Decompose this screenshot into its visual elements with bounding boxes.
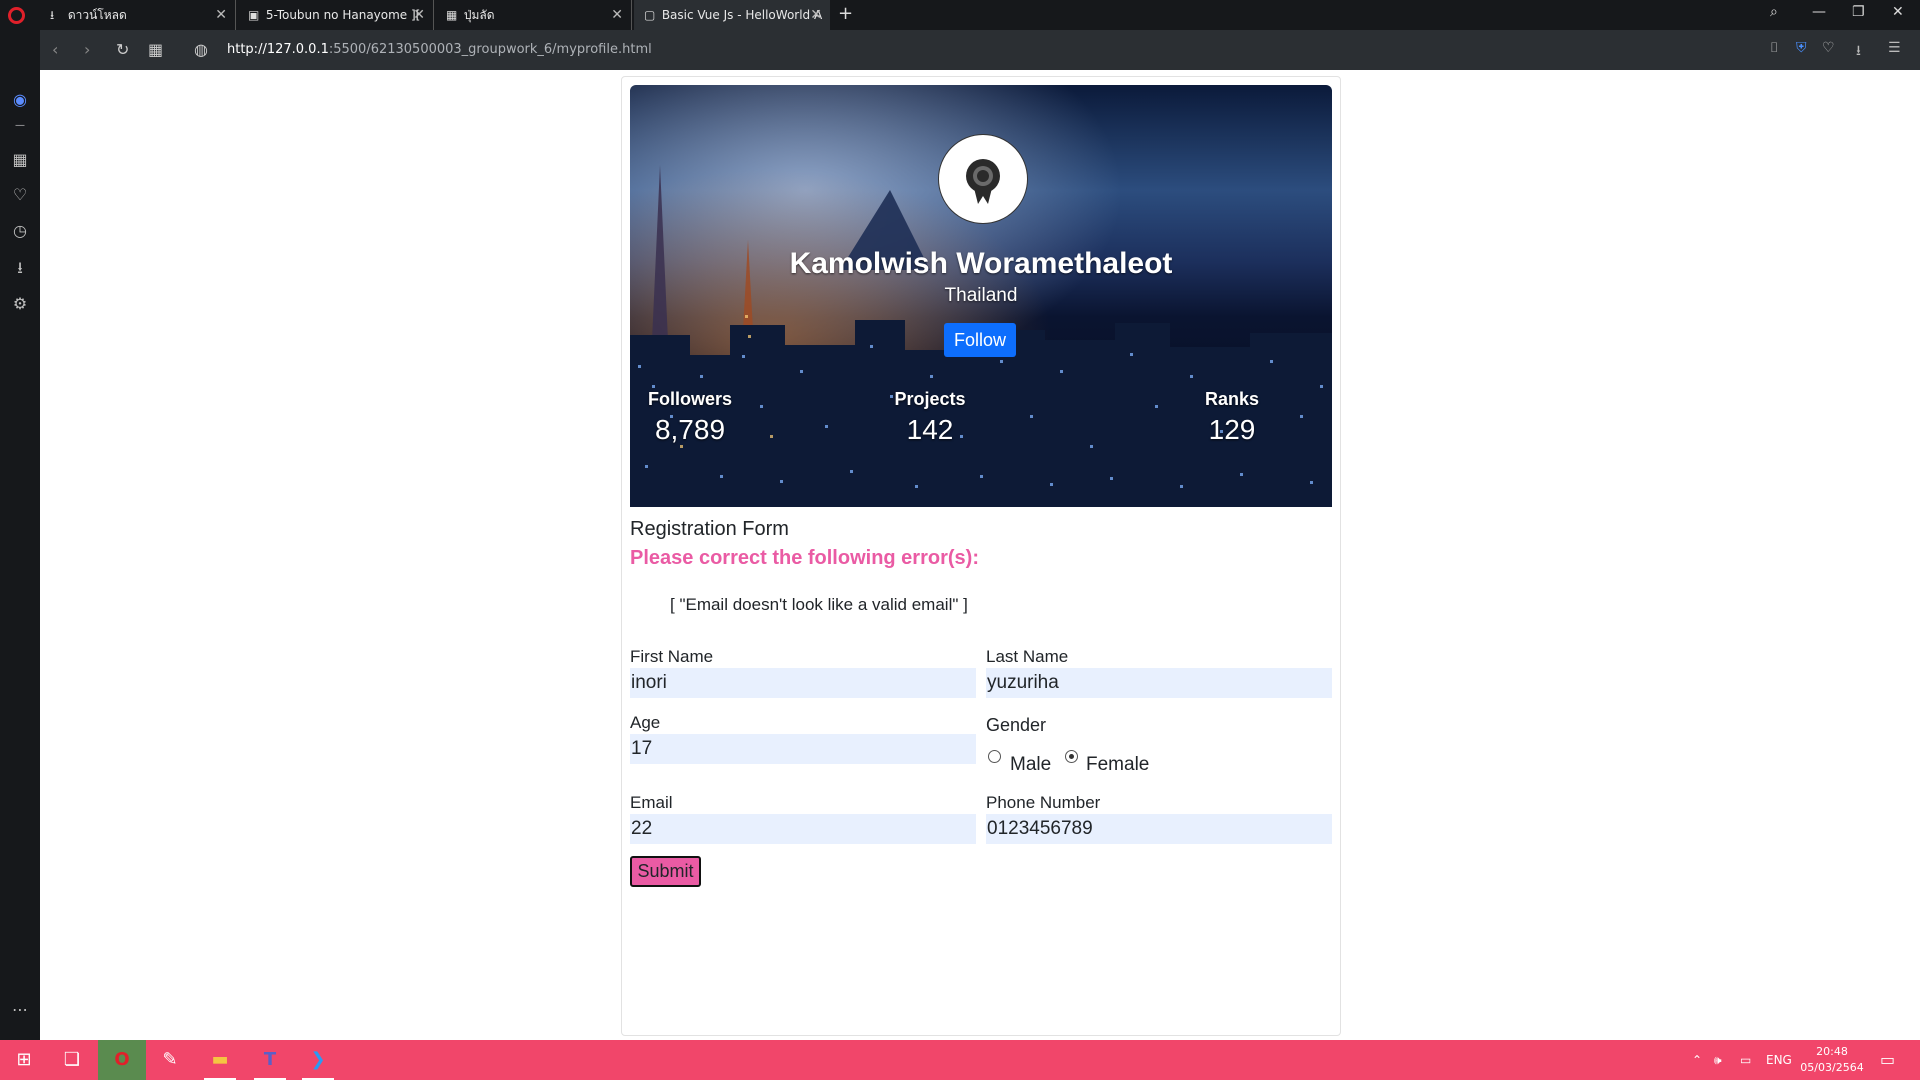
clock[interactable]: 20:48 05/03/2564 [1800,1044,1864,1076]
clock-time: 20:48 [1816,1045,1848,1058]
close-icon[interactable]: ✕ [810,0,822,30]
task-view-icon[interactable]: ❏ [48,1040,96,1080]
close-icon[interactable]: ✕ [611,0,623,30]
heart-icon[interactable]: ♡ [10,185,30,204]
notifications-icon[interactable]: ▭ [1880,1040,1895,1080]
snapshot-icon[interactable]: ⌷ [1770,40,1778,56]
email-input[interactable]: 22 [630,814,976,844]
vscode-icon[interactable]: ❯ [294,1040,342,1080]
teams-icon[interactable]: T [246,1040,294,1080]
language-indicator[interactable]: ENG [1766,1040,1792,1080]
taskbar-app-icon[interactable]: ✎ [146,1040,194,1080]
volume-icon[interactable]: 🕪 [1714,1040,1722,1080]
gender-label: Gender [986,715,1047,735]
search-tabs-icon[interactable]: ⌕ [1770,4,1778,20]
stat-value: 129 [1208,414,1256,445]
opera-logo-icon[interactable] [8,7,25,24]
error-list: [ "Email doesn't look like a valid email… [670,595,968,614]
tab-label: ดาวน์โหลด [67,8,127,22]
speed-dial-icon[interactable]: ▦ [10,150,30,169]
tab-hanayome[interactable]: ▣ 5-Toubun no Hanayome ][ ✕ [238,0,434,30]
opera-sidebar: ◉ — ▦ ♡ ◷ ⭳ ⚙ ⋯ [0,30,40,1040]
download-icon: ⭳ [50,8,55,22]
globe-icon: ◍ [194,40,208,59]
stat-projects: Projects 142 [870,389,990,446]
profile-country: Thailand [944,285,1018,306]
stat-followers: Followers 8,789 [630,389,750,446]
windows-taskbar: ⊞ ❏ O ✎ ▬ T ❯ ⌃ 🕪 ▭ ENG 20:48 05/03/2564… [0,1040,1920,1080]
age-label: Age [630,713,661,732]
first-name-label: First Name [630,647,714,666]
more-icon[interactable]: ⋯ [10,1000,30,1019]
history-icon[interactable]: ◷ [10,221,30,240]
file-explorer-icon[interactable]: ▬ [196,1040,244,1080]
back-icon[interactable]: ‹ [52,40,58,59]
site-favicon-icon: ▣ [248,8,260,22]
tray-chevron-icon[interactable]: ⌃ [1692,1040,1702,1080]
stat-ranks: Ranks 129 [1172,389,1292,446]
minimize-icon[interactable]: — [1812,4,1826,20]
easy-setup-icon[interactable]: ☰ [1888,40,1901,56]
address-bar: ‹ › ↻ ▦ ◍ http://127.0.0.1:5500/62130500… [40,30,1920,70]
last-name-label: Last Name [986,647,1069,666]
sidebar-divider: — [15,120,25,131]
gender-male-radio[interactable] [988,750,1001,763]
form-title: Registration Form [630,518,789,540]
web-page: Kamolwish Woramethaleot Thailand Follow … [40,70,1920,1040]
url-field[interactable]: http://127.0.0.1:5500/62130500003_groupw… [227,42,652,57]
tab-overview-icon[interactable]: ▦ [148,40,163,59]
avatar [939,135,1027,223]
stat-label: Projects [894,389,966,409]
stat-label: Ranks [1204,389,1260,409]
tab-speed-dial[interactable]: ▦ ปุ่มลัด ✕ [436,0,632,30]
tab-label: 5-Toubun no Hanayome ][ [265,8,421,22]
last-name-input[interactable]: yuzuriha [986,668,1332,698]
profile-card: Kamolwish Woramethaleot Thailand Follow … [621,76,1341,1036]
restore-icon[interactable]: ❐ [1852,4,1865,20]
url-host: http://127.0.0.1 [227,42,329,57]
gender-female-radio[interactable] [1065,750,1078,763]
windows-start-icon[interactable]: ⊞ [0,1040,48,1080]
reload-icon[interactable]: ↻ [116,40,129,59]
grid-icon: ▦ [446,8,458,22]
stat-label: Followers [647,389,732,409]
seal-logo-icon [966,159,1000,204]
first-name-input[interactable]: inori [630,668,976,698]
messenger-icon[interactable]: ◉ [10,90,30,109]
tab-downloads[interactable]: ⭳ ดาวน์โหลด ✕ [40,0,236,30]
close-window-icon[interactable]: ✕ [1892,4,1904,20]
profile-header: Kamolwish Woramethaleot Thailand Follow … [630,85,1332,507]
age-input[interactable]: 17 [630,734,976,764]
bookmark-heart-icon[interactable]: ♡ [1822,40,1835,56]
profile-name: Kamolwish Woramethaleot [789,247,1173,280]
submit-button[interactable]: Submit [630,856,701,887]
email-label: Email [630,793,673,812]
gender-male-label: Male [1010,754,1052,775]
vpn-shield-icon[interactable]: ⛨ [1796,40,1807,56]
downloads-icon[interactable]: ⭳ [10,257,30,284]
phone-input[interactable]: 0123456789 [986,814,1332,844]
browser-tab-strip: ⭳ ดาวน์โหลด ✕ ▣ 5-Toubun no Hanayome ][ … [0,0,1920,30]
close-icon[interactable]: ✕ [413,0,425,30]
forward-icon[interactable]: › [84,40,90,59]
new-tab-button[interactable]: + [838,3,853,24]
clock-date: 05/03/2564 [1800,1061,1864,1074]
follow-button[interactable]: Follow [944,323,1016,357]
network-icon[interactable]: ▭ [1740,1040,1751,1080]
tab-label: ปุ่มลัด [463,8,495,22]
phone-label: Phone Number [986,793,1101,812]
downloads-icon[interactable]: ⭳ [1856,40,1861,64]
page-icon: ▢ [644,8,656,22]
error-heading: Please correct the following error(s): [630,547,979,569]
settings-gear-icon[interactable]: ⚙ [10,294,30,313]
stat-value: 142 [906,414,954,445]
stat-value: 8,789 [654,414,726,445]
gender-female-label: Female [1086,754,1150,775]
taskbar-opera-icon[interactable]: O [98,1040,146,1080]
tab-basic-vue[interactable]: ▢ Basic Vue Js - HelloWorld A ✕ [634,0,830,30]
close-icon[interactable]: ✕ [215,0,227,30]
url-path: :5500/62130500003_groupwork_6/myprofile.… [328,42,652,57]
tab-label: Basic Vue Js - HelloWorld A [661,8,823,22]
